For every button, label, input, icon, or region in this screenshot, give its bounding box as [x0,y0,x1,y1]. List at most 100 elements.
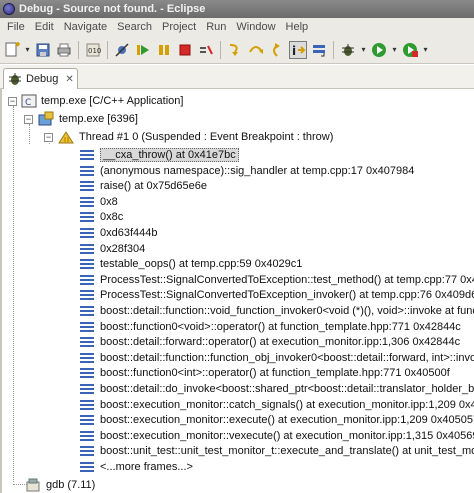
stack-frame-icon [80,210,96,224]
stack-frame-label: raise() at 0x75d65e6e [100,180,208,193]
collapse-toggle[interactable]: − [24,114,33,124]
new-icon[interactable] [3,41,21,59]
suspended-thread-icon [58,131,74,144]
stack-frame-label: 0x28f304 [100,242,146,255]
collapse-toggle[interactable]: − [8,96,17,106]
stack-frame-label: boost::function0<void>::operator() at fu… [100,320,461,333]
stack-frame-icon [80,273,96,287]
external-tools-icon[interactable] [401,41,419,59]
build-icon[interactable]: 010 [84,41,102,59]
stack-frame-label: <...more frames...> [100,461,193,473]
stack-frame-icon [80,195,96,209]
stack-frame-label: boost::execution_monitor::vexecute() at … [100,429,474,442]
stack-frame-label: boost::function0<int>::operator() at fun… [100,367,450,380]
debug-bug-icon [9,73,21,85]
stack-frame-icon [80,460,96,474]
eclipse-icon [3,3,15,15]
stack-frame-label: boost::detail::do_invoke<boost::shared_p… [100,383,474,395]
toolbar-separator [78,40,79,59]
tree-row-launch[interactable]: − C temp.exe [C/C++ Application] [8,92,183,110]
svg-text:010: 010 [88,47,101,55]
menu-bar: File Edit Navigate Search Project Run Wi… [0,18,474,36]
stack-frame-icon [80,257,96,271]
stack-frame-label: boost::detail::function::void_function_i… [100,305,474,317]
debug-view-tabbar: Debug ✕ [0,65,474,89]
print-icon[interactable] [55,41,73,59]
title-bar: Debug - Source not found. - Eclipse [0,0,474,18]
stack-frame-icon [80,320,96,334]
disconnect-icon[interactable] [197,41,215,59]
step-over-icon[interactable] [247,41,265,59]
menu-search[interactable]: Search [114,21,159,33]
toolbar-separator [220,40,221,59]
step-return-icon[interactable] [268,41,286,59]
collapse-toggle[interactable]: − [44,132,53,142]
menu-edit[interactable]: Edit [32,21,61,33]
thread-label: Thread #1 0 (Suspended : Event Breakpoin… [79,131,334,143]
chevron-down-icon[interactable]: ▾ [391,41,398,59]
stack-frame-label: 0xd63f444b [100,227,158,239]
skip-breakpoints-icon[interactable] [113,41,131,59]
instruction-stepping-icon[interactable]: i [289,40,307,59]
stack-frame-label: testable_oops() at temp.cpp:59 0x4029c1 [100,258,303,271]
save-icon[interactable] [34,41,52,59]
stack-frame-icon [80,179,96,193]
stack-frame-label: ProcessTest::SignalConvertedToException:… [100,273,474,286]
step-into-icon[interactable] [226,41,244,59]
chevron-down-icon[interactable]: ▾ [360,41,367,59]
stack-frame-label: boost::execution_monitor::execute() at e… [100,414,474,427]
stack-frame-icon [80,164,96,178]
stack-frame-icon [80,429,96,443]
toolbar-separator [333,40,334,59]
terminate-icon[interactable] [176,41,194,59]
tree-guide [13,106,14,482]
stack-frame-icon [80,242,96,256]
run-icon[interactable] [370,41,388,59]
menu-project[interactable]: Project [159,21,203,33]
process-label: temp.exe [6396] [59,113,138,125]
stack-frame-label: boost::detail::forward::operator() at ex… [100,336,461,349]
stack-frame-label: boost::unit_test::unit_test_monitor_t::e… [100,445,474,458]
tab-debug[interactable]: Debug ✕ [3,68,78,89]
stack-frame-icon [80,366,96,380]
menu-navigate[interactable]: Navigate [61,21,114,33]
debug-icon[interactable] [339,41,357,59]
tree-row-thread[interactable]: − Thread #1 0 (Suspended : Event Breakpo… [44,128,333,146]
tab-debug-label: Debug [26,73,59,85]
stack-frame-label: 0x8c [100,211,124,224]
menu-window[interactable]: Window [233,21,282,33]
stack-frame-icon [80,398,96,412]
toolbar-separator [107,40,108,59]
stack-frame-icon [80,444,96,458]
stack-frame-icon [80,226,96,240]
tree-row-gdb[interactable]: gdb (7.11) [24,476,95,493]
main-toolbar: ▾ 010 i ▾ ▾ ▾ [0,36,474,64]
stack-frame-label: boost::execution_monitor::catch_signals(… [100,398,474,411]
window-title: Debug - Source not found. - Eclipse [19,3,206,15]
stack-frame-icon [80,148,96,162]
stack-frame-label: 0x8 [100,195,118,208]
gdb-label: gdb (7.11) [46,479,96,491]
svg-text:C: C [25,98,31,108]
chevron-down-icon[interactable]: ▾ [24,41,31,59]
menu-run[interactable]: Run [203,21,233,33]
menu-file[interactable]: File [4,21,32,33]
close-icon[interactable]: ✕ [65,74,73,85]
chevron-down-icon[interactable]: ▾ [422,41,429,59]
suspend-icon[interactable] [155,41,173,59]
resume-icon[interactable] [134,41,152,59]
launch-label: temp.exe [C/C++ Application] [41,95,184,107]
debug-tree: − C temp.exe [C/C++ Application] − temp.… [2,90,474,493]
menu-help[interactable]: Help [283,21,316,33]
stack-frame-label: boost::detail::function::function_obj_in… [100,351,474,364]
stack-frame-label: ProcessTest::SignalConvertedToException_… [100,289,474,302]
drop-to-frame-icon[interactable] [310,41,328,59]
stack-frame-icon [80,351,96,365]
stack-frame-icon [80,413,96,427]
stack-frame-icon [80,335,96,349]
stack-frame-row[interactable]: <...more frames...> [80,458,193,476]
stack-frame-icon [80,288,96,302]
tree-row-process[interactable]: − temp.exe [6396] [24,110,138,128]
process-icon [38,111,54,126]
stack-frame-icon [80,304,96,318]
